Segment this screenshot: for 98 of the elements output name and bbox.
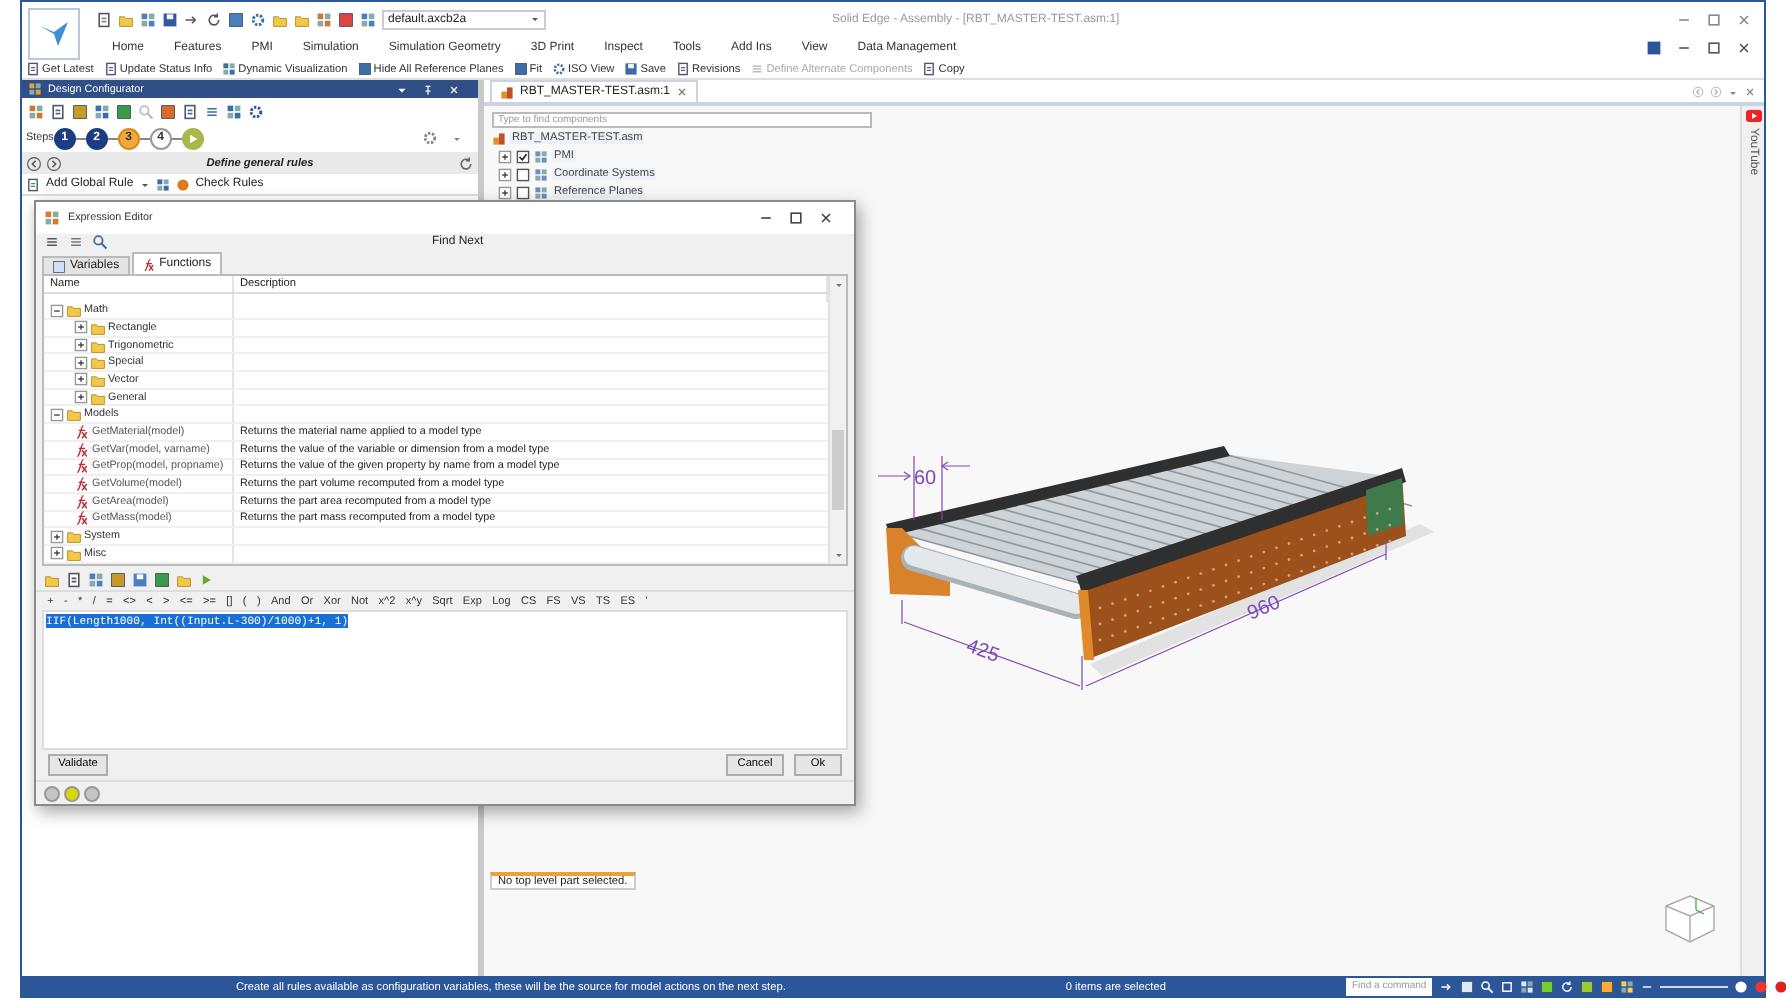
grid-icon (44, 209, 60, 226)
close-icon (676, 86, 689, 98)
pin-icon[interactable] (422, 83, 434, 95)
grid-icon[interactable] (140, 11, 156, 27)
grid-icon[interactable] (1520, 980, 1535, 994)
folder-icon[interactable] (118, 11, 134, 27)
refresh-icon[interactable] (206, 11, 222, 27)
square-icon (52, 259, 66, 274)
expand-icon[interactable] (498, 149, 512, 163)
expand-icon[interactable] (74, 355, 88, 370)
caret-icon[interactable] (139, 179, 150, 189)
maximize-icon[interactable] (788, 209, 804, 226)
collapse-icon[interactable] (50, 407, 64, 422)
play-icon[interactable] (1745, 110, 1761, 122)
square-icon[interactable] (1580, 980, 1595, 994)
dimension-label: 425 (963, 635, 1002, 668)
grid-icon (222, 62, 237, 76)
grid-icon[interactable] (360, 11, 376, 27)
expand-icon[interactable] (50, 546, 64, 561)
square-icon[interactable] (228, 11, 244, 27)
gear-icon[interactable] (248, 103, 264, 119)
search-icon[interactable] (1480, 980, 1495, 994)
document-icon (26, 177, 40, 191)
assembly-icon (500, 85, 514, 99)
forward-icon[interactable] (46, 155, 62, 171)
document-icon (103, 62, 118, 76)
list-icon[interactable] (44, 234, 60, 251)
app-menu-button[interactable] (28, 8, 80, 60)
checkbox[interactable] (516, 149, 530, 163)
grid-icon[interactable] (155, 177, 170, 191)
arrow-icon[interactable] (184, 11, 200, 27)
list-icon[interactable] (204, 103, 220, 119)
checkbox[interactable] (516, 167, 530, 181)
expand-icon[interactable] (50, 529, 64, 544)
caret-icon[interactable] (833, 549, 843, 560)
refresh-icon[interactable] (458, 155, 474, 171)
square-icon (513, 62, 528, 76)
document-icon[interactable] (182, 103, 198, 119)
gear-icon[interactable] (422, 130, 438, 146)
minimize-icon[interactable] (1640, 980, 1655, 994)
grid-icon (534, 167, 548, 181)
close-icon[interactable] (1736, 40, 1752, 56)
help-icon[interactable] (1646, 40, 1662, 56)
search-icon[interactable] (92, 234, 108, 251)
document-icon[interactable] (96, 11, 112, 27)
scrollbar[interactable] (828, 276, 846, 564)
grid-icon[interactable] (88, 572, 104, 589)
checkbox[interactable] (516, 185, 530, 199)
expand-icon[interactable] (74, 372, 88, 387)
function-icon (141, 257, 156, 272)
square-icon[interactable] (110, 572, 126, 589)
square-icon[interactable] (154, 572, 170, 589)
gear-icon[interactable] (250, 11, 266, 27)
square-icon[interactable] (1540, 980, 1555, 994)
grid-icon[interactable] (316, 11, 332, 27)
square-icon[interactable] (1460, 980, 1475, 994)
square-icon[interactable] (160, 103, 176, 119)
back-icon[interactable] (26, 155, 42, 171)
document-icon (26, 62, 40, 76)
collapse-icon[interactable] (50, 303, 64, 318)
caret-icon[interactable] (833, 280, 843, 291)
caret-icon[interactable] (1728, 87, 1738, 97)
dimension-line (877, 455, 971, 521)
expand-icon[interactable] (74, 390, 88, 405)
play-icon[interactable] (198, 572, 214, 589)
caret-icon[interactable] (452, 133, 462, 143)
grid-icon (28, 82, 42, 96)
grid-icon[interactable] (1620, 980, 1635, 994)
app-logo-icon (38, 20, 70, 48)
expand-icon[interactable] (498, 185, 512, 199)
document-icon (922, 62, 937, 76)
play-icon (185, 131, 200, 145)
grid-icon[interactable] (94, 103, 110, 119)
caret-icon[interactable] (396, 83, 408, 95)
list-icon[interactable] (68, 234, 84, 251)
grid-icon (534, 185, 548, 199)
grid-icon[interactable] (226, 103, 242, 119)
assembly-icon (492, 131, 506, 145)
square-icon[interactable] (116, 103, 132, 119)
caret-icon (530, 14, 540, 24)
square-icon[interactable] (1600, 980, 1615, 994)
dimension-label: 60 (914, 468, 937, 490)
grid-icon (534, 149, 548, 163)
document-icon[interactable] (66, 572, 82, 589)
dimension-label: 960 (1244, 592, 1284, 626)
expand-icon[interactable] (74, 338, 88, 353)
square-icon[interactable] (338, 11, 354, 27)
grid-icon[interactable] (28, 103, 44, 119)
arrow-icon[interactable] (1440, 980, 1455, 994)
square-icon[interactable] (72, 103, 88, 119)
expand-icon[interactable] (74, 320, 88, 335)
document-icon[interactable] (50, 103, 66, 119)
gear-icon (552, 62, 566, 76)
document-icon (675, 62, 690, 76)
close-icon[interactable] (818, 209, 834, 226)
square-icon (357, 62, 372, 76)
expand-icon[interactable] (498, 167, 512, 181)
list-icon (750, 62, 765, 76)
